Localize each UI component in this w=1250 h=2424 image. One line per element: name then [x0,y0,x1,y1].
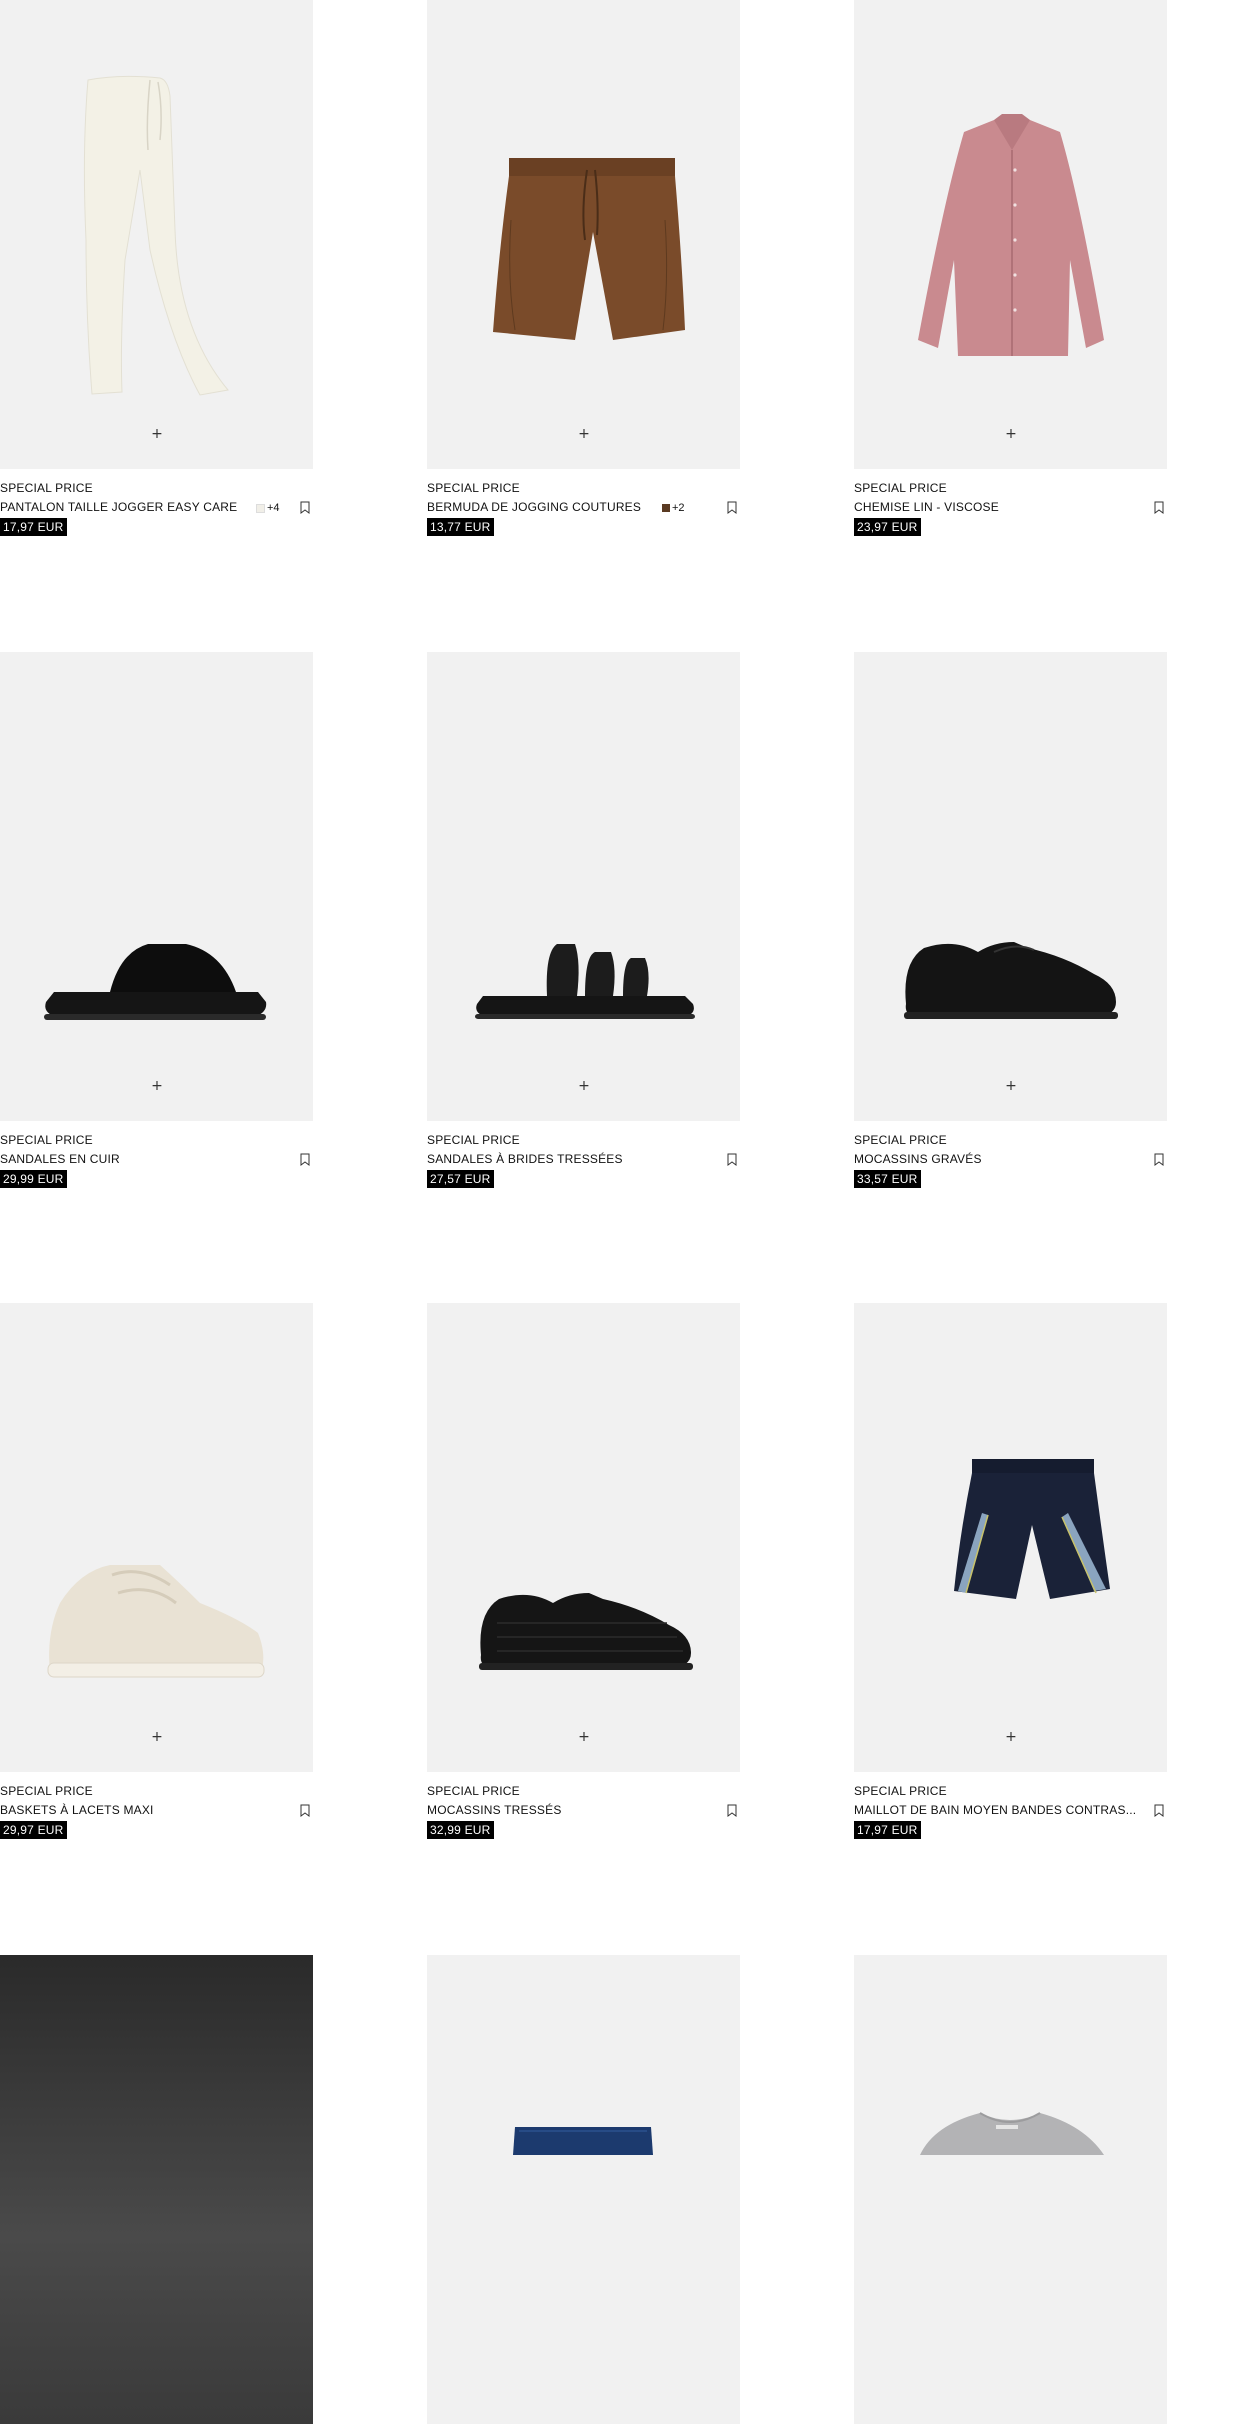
price-badge: 29,99 EUR [0,1170,67,1188]
bookmark-icon[interactable] [299,1153,311,1166]
bookmark-icon[interactable] [299,501,311,514]
product-name[interactable]: MOCASSINS GRAVÉS [854,1152,982,1166]
product-image[interactable]: + [0,0,313,469]
add-to-cart-button[interactable]: + [574,1076,594,1096]
navy-shorts-icon [513,2127,653,2155]
add-to-cart-button[interactable]: + [147,424,167,444]
bookmark-icon[interactable] [726,501,738,514]
product-image[interactable]: + [854,0,1167,469]
product-name[interactable]: MOCASSINS TRESSÉS [427,1803,562,1817]
product-name[interactable]: BASKETS À LACETS MAXI [0,1803,154,1817]
color-swatches[interactable]: +4 [256,502,280,514]
dark-product-image-icon [0,1955,313,2424]
price-badge: 29,97 EUR [0,1821,67,1839]
color-swatch[interactable] [662,504,670,512]
product-image[interactable]: + [0,1303,313,1772]
bookmark-icon[interactable] [1153,1804,1165,1817]
add-to-cart-button[interactable]: + [147,1076,167,1096]
special-price-tag: SPECIAL PRICE [854,1784,947,1798]
more-colors-count: +4 [267,502,280,514]
product-image[interactable] [0,1955,313,2424]
color-swatch[interactable] [256,503,265,513]
bookmark-icon[interactable] [1153,1153,1165,1166]
bookmark-icon[interactable] [1153,501,1165,514]
product-name[interactable]: PANTALON TAILLE JOGGER EASY CARE [0,500,237,514]
add-to-cart-button[interactable]: + [1001,1727,1021,1747]
embossed-loafer-icon [904,942,1118,1019]
product-image[interactable]: + [427,652,740,1121]
jogger-pants-icon [83,75,229,396]
price-badge: 17,97 EUR [854,1821,921,1839]
add-to-cart-button[interactable]: + [574,1727,594,1747]
product-name[interactable]: CHEMISE LIN - VISCOSE [854,500,999,514]
special-price-tag: SPECIAL PRICE [854,1133,947,1147]
product-name[interactable]: SANDALES À BRIDES TRESSÉES [427,1152,623,1166]
special-price-tag: SPECIAL PRICE [427,481,520,495]
product-image[interactable]: + [854,652,1167,1121]
price-badge: 17,97 EUR [0,518,67,536]
braided-strap-sandal-icon [475,944,695,1019]
bookmark-icon[interactable] [726,1804,738,1817]
add-to-cart-button[interactable]: + [147,1727,167,1747]
product-name[interactable]: MAILLOT DE BAIN MOYEN BANDES CONTRAS... [854,1803,1136,1817]
price-badge: 27,57 EUR [427,1170,494,1188]
price-badge: 13,77 EUR [427,518,494,536]
add-to-cart-button[interactable]: + [1001,424,1021,444]
woven-loafer-icon [479,1593,693,1670]
swim-shorts-icon [954,1459,1110,1599]
add-to-cart-button[interactable]: + [1001,1076,1021,1096]
product-name[interactable]: SANDALES EN CUIR [0,1152,120,1166]
special-price-tag: SPECIAL PRICE [0,1784,93,1798]
price-badge: 33,57 EUR [854,1170,921,1188]
bookmark-icon[interactable] [299,1804,311,1817]
special-price-tag: SPECIAL PRICE [427,1784,520,1798]
price-badge: 23,97 EUR [854,518,921,536]
product-image[interactable]: + [427,1303,740,1772]
product-image[interactable] [427,1955,740,2424]
brown-shorts-icon [493,158,685,340]
special-price-tag: SPECIAL PRICE [427,1133,520,1147]
product-image[interactable]: + [854,1303,1167,1772]
bookmark-icon[interactable] [726,1153,738,1166]
price-badge: 32,99 EUR [427,1821,494,1839]
more-colors-count: +2 [672,502,685,514]
special-price-tag: SPECIAL PRICE [0,481,93,495]
add-to-cart-button[interactable]: + [574,424,594,444]
product-image[interactable]: + [427,0,740,469]
special-price-tag: SPECIAL PRICE [0,1133,93,1147]
grey-tshirt-icon [920,2112,1104,2155]
color-swatches[interactable]: +2 [662,502,685,514]
product-image[interactable] [854,1955,1167,2424]
leather-slide-sandal-icon [44,944,267,1020]
pink-shirt-icon [918,114,1104,356]
special-price-tag: SPECIAL PRICE [854,481,947,495]
chunky-sneaker-icon [47,1565,265,1678]
product-image[interactable]: + [0,652,313,1121]
product-name[interactable]: BERMUDA DE JOGGING COUTURES [427,500,641,514]
